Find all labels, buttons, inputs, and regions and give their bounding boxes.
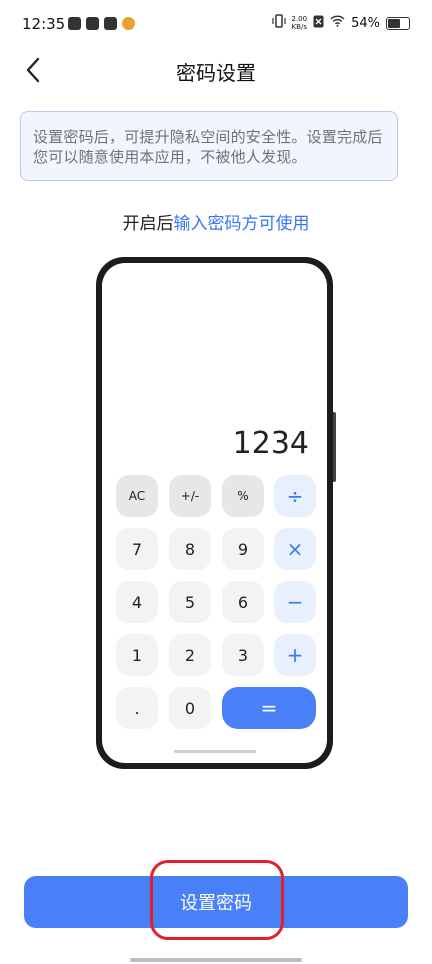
key-7[interactable]: 7 (116, 528, 158, 570)
hint-prefix: 开启后 (122, 214, 174, 234)
key-plus[interactable]: + (274, 634, 316, 676)
key-2[interactable]: 2 (169, 634, 211, 676)
set-password-button[interactable]: 设置密码 (24, 876, 408, 928)
tiktok-icon (86, 17, 99, 30)
network-speed-value: 2.00 (291, 15, 308, 23)
key-percent[interactable]: % (222, 475, 264, 517)
status-time: 12:35 (22, 15, 66, 33)
close-box-icon (313, 15, 324, 32)
calculator-display: 1234 (232, 426, 309, 461)
wifi-icon (330, 15, 345, 31)
battery-percent: 54% (351, 15, 380, 31)
key-8[interactable]: 8 (169, 528, 211, 570)
phone-side-button (333, 412, 336, 482)
page-title: 密码设置 (176, 61, 256, 85)
key-minus[interactable]: − (274, 581, 316, 623)
key-4[interactable]: 4 (116, 581, 158, 623)
key-multiply[interactable]: × (274, 528, 316, 570)
network-speed-unit: KB/s (291, 23, 307, 31)
key-1[interactable]: 1 (116, 634, 158, 676)
key-0[interactable]: 0 (169, 687, 211, 729)
battery-icon (386, 16, 410, 30)
weibo-icon (122, 17, 135, 30)
mockup-home-bar (174, 750, 256, 753)
info-notice: 设置密码后，可提升隐私空间的安全性。设置完成后您可以随意使用本应用，不被他人发现… (20, 111, 398, 181)
notification-icons (68, 17, 135, 30)
phone-mockup: 1234 AC +/- % ÷ 7 8 9 × 4 5 6 − 1 2 3 + … (96, 257, 336, 769)
mail-icon (68, 17, 81, 30)
gesture-bar (130, 958, 302, 962)
key-9[interactable]: 9 (222, 528, 264, 570)
calculator-screen: 1234 AC +/- % ÷ 7 8 9 × 4 5 6 − 1 2 3 + … (102, 263, 327, 763)
status-right: 2.00 KB/s 54% (271, 14, 410, 32)
hint-text: 开启后输入密码方可使用 (0, 209, 432, 234)
key-5[interactable]: 5 (169, 581, 211, 623)
key-3[interactable]: 3 (222, 634, 264, 676)
key-equals[interactable]: = (222, 687, 316, 729)
status-bar: 12:35 2.00 KB/s 54% (0, 0, 432, 50)
hint-accent: 输入密码方可使用 (173, 214, 310, 234)
notice-text: 设置密码后，可提升隐私空间的安全性。设置完成后您可以随意使用本应用，不被他人发现… (33, 128, 383, 166)
key-divide[interactable]: ÷ (274, 475, 316, 517)
key-sign[interactable]: +/- (169, 475, 211, 517)
key-ac[interactable]: AC (116, 475, 158, 517)
vibrate-icon (271, 14, 286, 32)
network-speed: 2.00 KB/s (292, 15, 308, 31)
app-grid-icon (104, 17, 117, 30)
key-dot[interactable]: . (116, 687, 158, 729)
key-6[interactable]: 6 (222, 581, 264, 623)
